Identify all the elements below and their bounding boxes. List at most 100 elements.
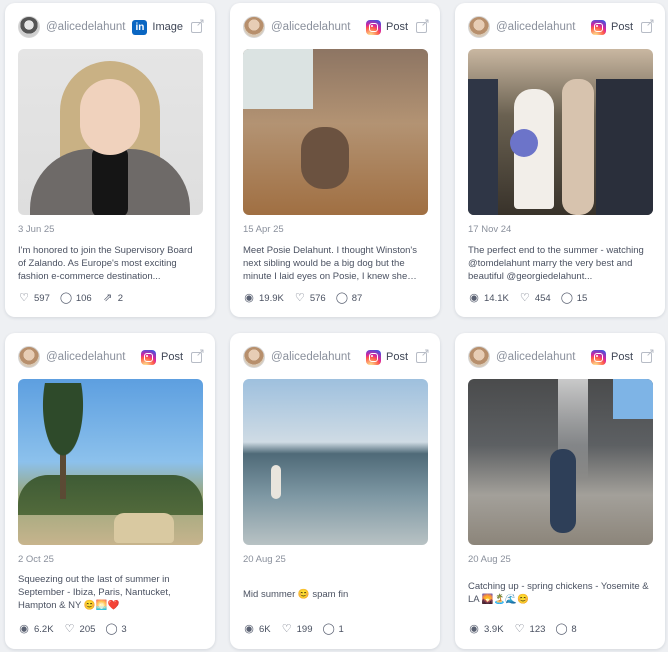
comment-icon: ◯ [335, 292, 348, 304]
avatar [468, 16, 490, 38]
instagram-icon [590, 349, 606, 365]
comments-stat: ◯ 1 [322, 623, 343, 635]
comment-icon: ◯ [105, 623, 118, 635]
card-header: @alicedelahunt Post [243, 15, 430, 39]
comments-count: 15 [576, 292, 588, 304]
post-date: 20 Aug 25 [243, 554, 286, 565]
instagram-icon [590, 19, 606, 35]
comments-stat: ◯ 8 [555, 623, 576, 635]
post-type-label: Post [385, 21, 408, 33]
post-caption: Mid summer 😊 spam fin [243, 589, 349, 600]
avatar [18, 346, 40, 368]
eye-icon: ◉ [244, 292, 254, 304]
views-count: 6.2K [34, 623, 54, 635]
avatar [243, 16, 265, 38]
account-handle[interactable]: @alicedelahunt [46, 21, 132, 33]
likes-count: 454 [534, 292, 551, 304]
views-stat: ◉ 6K [243, 623, 271, 635]
views-stat: ◉ 3.9K [468, 623, 504, 635]
linkedin-icon: in [132, 19, 148, 35]
card-header: @alicedelahunt Post [468, 15, 655, 39]
eye-icon: ◉ [469, 292, 479, 304]
card-header: @alicedelahunt Post [243, 345, 430, 369]
views-count: 6K [259, 623, 271, 635]
avatar [243, 346, 265, 368]
comments-count: 1 [338, 623, 344, 635]
comment-icon: ◯ [560, 292, 573, 304]
post-card[interactable]: @alicedelahunt in Image 3 Jun 25 I'm hon… [5, 3, 215, 317]
post-image[interactable] [243, 379, 428, 545]
comments-count: 87 [351, 292, 363, 304]
post-image[interactable] [18, 49, 203, 215]
comment-icon: ◯ [59, 292, 73, 304]
shares-count: 2 [117, 292, 124, 304]
account-handle[interactable]: @alicedelahunt [46, 351, 141, 363]
external-link-icon[interactable] [416, 16, 430, 33]
card-header: @alicedelahunt Post [18, 345, 205, 369]
likes-count: 576 [309, 292, 326, 304]
views-stat: ◉ 6.2K [18, 623, 54, 635]
post-caption: Meet Posie Delahunt. I thought Winston's… [243, 245, 417, 282]
account-handle[interactable]: @alicedelahunt [271, 351, 366, 363]
external-link-icon[interactable] [191, 346, 205, 363]
heart-icon: ♡ [519, 292, 530, 304]
likes-count: 205 [79, 623, 96, 635]
post-type-label: Post [160, 351, 183, 363]
post-image[interactable] [18, 379, 203, 545]
post-type-label: Image [152, 21, 183, 33]
post-card[interactable]: @alicedelahunt Post 17 Nov 24 The perfec… [455, 3, 665, 317]
post-date: 3 Jun 25 [18, 224, 55, 235]
post-card[interactable]: @alicedelahunt Post 15 Apr 25 Meet Posie… [230, 3, 440, 317]
likes-count: 597 [34, 292, 50, 304]
eye-icon: ◉ [244, 623, 254, 635]
post-type-label: Post [385, 351, 408, 363]
post-type: Post [590, 19, 633, 35]
likes-count: 199 [296, 623, 313, 635]
external-link-icon[interactable] [191, 16, 205, 33]
post-stats: ♡ 597 ◯ 106 ⇗ 2 [18, 292, 133, 304]
likes-stat: ♡ 597 [18, 292, 50, 304]
instagram-icon [365, 349, 381, 365]
comments-count: 8 [571, 623, 577, 635]
heart-icon: ♡ [294, 292, 305, 304]
post-date: 15 Apr 25 [243, 224, 284, 235]
heart-icon: ♡ [281, 623, 292, 635]
post-image[interactable] [468, 49, 653, 215]
share-icon: ⇗ [103, 292, 113, 304]
post-stats: ◉ 19.9K ♡ 576 ◯ 87 [243, 292, 372, 304]
post-type: Post [365, 19, 408, 35]
external-link-icon[interactable] [641, 16, 655, 33]
post-caption: I'm honored to join the Supervisory Boar… [18, 245, 193, 282]
comment-icon: ◯ [555, 623, 568, 635]
views-count: 14.1K [484, 292, 509, 304]
views-stat: ◉ 19.9K [243, 292, 284, 304]
account-handle[interactable]: @alicedelahunt [271, 21, 366, 33]
avatar [468, 346, 490, 368]
post-card[interactable]: @alicedelahunt Post 20 Aug 25 Mid summer… [230, 333, 440, 649]
post-image[interactable] [468, 379, 653, 545]
post-stats: ◉ 6.2K ♡ 205 ◯ 3 [18, 623, 137, 635]
post-image[interactable] [243, 49, 428, 215]
heart-icon: ♡ [64, 623, 75, 635]
post-card[interactable]: @alicedelahunt Post 20 Aug 25 Catching u… [455, 333, 665, 649]
views-count: 19.9K [259, 292, 284, 304]
external-link-icon[interactable] [416, 346, 430, 363]
post-type: Post [365, 349, 408, 365]
likes-stat: ♡ 199 [281, 623, 313, 635]
external-link-icon[interactable] [641, 346, 655, 363]
account-handle[interactable]: @alicedelahunt [496, 351, 591, 363]
post-date: 2 Oct 25 [18, 554, 54, 565]
comments-count: 3 [121, 623, 127, 635]
account-handle[interactable]: @alicedelahunt [496, 21, 591, 33]
likes-count: 123 [529, 623, 546, 635]
likes-stat: ♡ 123 [514, 623, 546, 635]
comments-stat: ◯ 87 [336, 292, 363, 304]
post-stats: ◉ 6K ♡ 199 ◯ 1 [243, 623, 354, 635]
post-card[interactable]: @alicedelahunt Post 2 Oct 25 Squeezing o… [5, 333, 215, 649]
likes-stat: ♡ 454 [519, 292, 551, 304]
post-date: 20 Aug 25 [468, 554, 511, 565]
eye-icon: ◉ [469, 623, 479, 635]
instagram-icon [365, 19, 381, 35]
post-type-label: Post [610, 21, 633, 33]
views-count: 3.9K [484, 623, 504, 635]
